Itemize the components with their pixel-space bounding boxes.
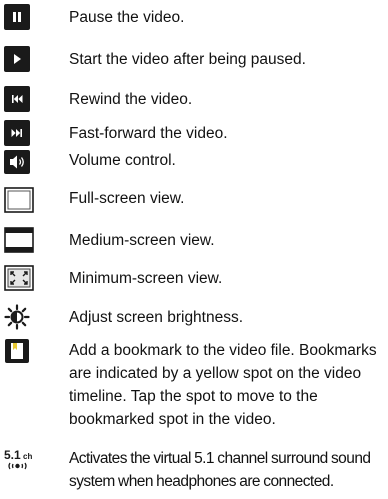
surround-icon-sublabel: ch <box>23 452 32 461</box>
item-description: Medium-screen view. <box>69 232 215 249</box>
minimum-screen-icon <box>4 265 34 291</box>
item-description: Full-screen view. <box>69 190 185 207</box>
medium-screen-icon <box>4 227 34 253</box>
surround-sound-icon: 5.1 ch <box>4 448 36 474</box>
item-description: Rewind the video. <box>69 91 193 108</box>
fast-forward-icon <box>4 120 34 146</box>
full-screen-icon <box>4 187 34 213</box>
item-description: Add a bookmark to the video file. Bookma… <box>69 342 377 428</box>
brightness-icon <box>4 304 34 330</box>
rewind-icon <box>4 86 34 112</box>
item-description: Adjust screen brightness. <box>69 309 244 326</box>
volume-icon <box>4 150 34 176</box>
item-description: Volume control. <box>69 152 176 169</box>
item-description: Fast-forward the video. <box>69 125 228 142</box>
item-description: Start the video after being paused. <box>69 51 306 68</box>
pause-icon <box>4 4 34 30</box>
surround-icon-label: 5.1 <box>4 448 21 462</box>
item-description: Pause the video. <box>69 9 185 26</box>
item-description: Minimum-screen view. <box>69 270 223 287</box>
item-description: Activates the virtual 5.1 channel surrou… <box>69 450 371 490</box>
bookmark-icon <box>4 338 34 364</box>
play-icon <box>4 46 34 72</box>
